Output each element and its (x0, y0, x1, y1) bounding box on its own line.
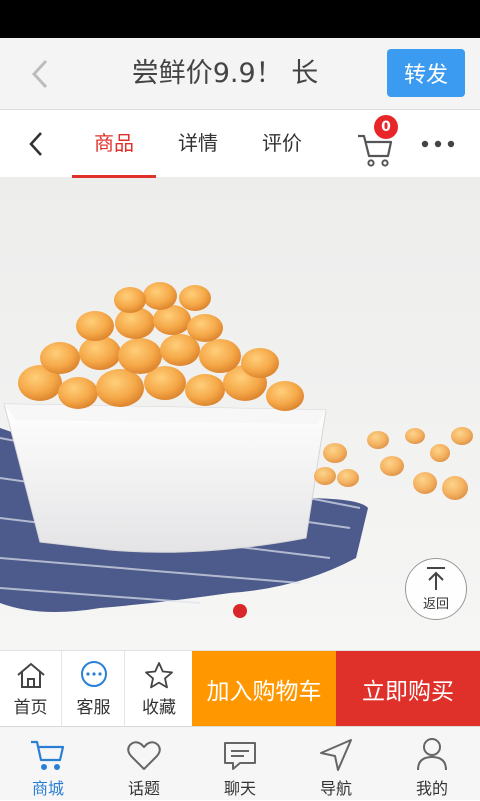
nav-item-chat[interactable]: 聊天 (192, 727, 288, 801)
page-title: 尝鲜价9.9！ 长 (131, 58, 319, 89)
back-to-top-label: 返回 (422, 597, 449, 612)
customer-service-button[interactable]: 客服 (63, 651, 125, 727)
product-image-carousel[interactable]: 返回 (0, 178, 480, 650)
nav-label-topics: 话题 (127, 779, 160, 798)
user-icon (417, 738, 447, 771)
star-icon (145, 661, 173, 688)
nav-item-mall[interactable]: 商城 (0, 727, 96, 801)
title-bar: 尝鲜价9.9！ 长 转发 (0, 38, 480, 110)
share-button[interactable]: 转发 (387, 49, 465, 97)
nav-label-me: 我的 (415, 779, 448, 798)
arrow-up-icon (427, 567, 445, 590)
tab-reviews[interactable]: 评价 (244, 110, 320, 178)
bottom-navigation: 商城 话题 聊天 导航 我的 (0, 726, 480, 800)
more-options-button[interactable] (418, 126, 458, 162)
more-dots-icon (421, 140, 455, 148)
nav-item-topics[interactable]: 话题 (96, 727, 192, 801)
cart-button[interactable]: 0 (356, 115, 400, 170)
favorite-label: 收藏 (142, 697, 176, 718)
tab-details[interactable]: 详情 (160, 110, 236, 178)
home-icon (16, 662, 45, 688)
nav-item-navigation[interactable]: 导航 (288, 727, 384, 801)
heart-icon (127, 741, 161, 770)
product-action-bar: 首页 客服 收藏 加入购物车 立即购买 (0, 650, 480, 727)
title-back-button[interactable] (22, 54, 58, 94)
tab-back-button[interactable] (20, 124, 52, 164)
add-to-cart-button[interactable]: 加入购物车 (192, 651, 336, 727)
buy-now-button[interactable]: 立即购买 (336, 651, 480, 727)
product-tab-bar: 商品 详情 评价 0 (0, 110, 480, 178)
nav-label-chat: 聊天 (223, 779, 256, 798)
chat-icon (224, 742, 256, 770)
favorite-button[interactable]: 收藏 (126, 651, 192, 727)
nav-label-mall: 商城 (31, 779, 64, 798)
cart-icon (31, 740, 65, 770)
carousel-indicator-dot[interactable] (233, 604, 247, 618)
chat-bubble-icon (80, 660, 107, 687)
home-button[interactable]: 首页 (0, 651, 62, 727)
customer-service-label: 客服 (76, 697, 111, 718)
cart-count-badge: 0 (374, 115, 398, 139)
nav-item-me[interactable]: 我的 (384, 727, 480, 801)
home-label: 首页 (13, 697, 48, 718)
nav-label-navigation: 导航 (319, 779, 352, 798)
navigation-arrow-icon (320, 739, 352, 771)
status-bar (0, 0, 480, 38)
chevron-left-icon (31, 59, 48, 89)
chevron-left-icon (29, 132, 42, 156)
back-to-top-button[interactable]: 返回 (405, 558, 467, 620)
tab-product[interactable]: 商品 (72, 110, 156, 178)
